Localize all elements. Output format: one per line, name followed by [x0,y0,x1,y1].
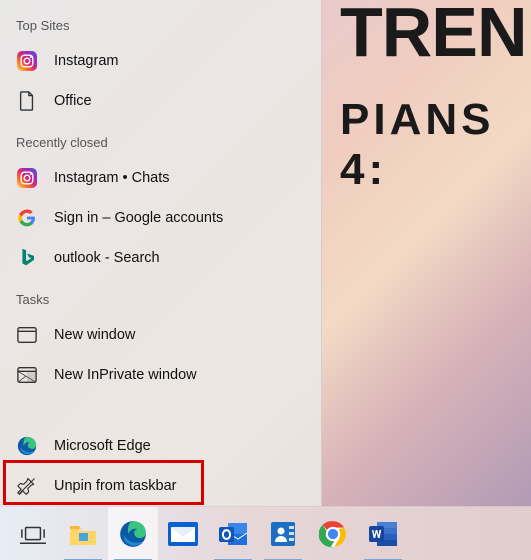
jumplist-item-bing-outlook[interactable]: outlook - Search [0,238,321,278]
contact-icon [269,520,297,548]
jumplist-label: Microsoft Edge [54,438,151,454]
inprivate-icon [16,364,38,386]
word-icon [368,520,398,548]
edge-icon [16,435,38,457]
jumplist-item-new-inprivate[interactable]: New InPrivate window [0,355,321,395]
chrome-icon [319,520,347,548]
taskbar-contact-book[interactable] [258,507,308,560]
window-icon [16,324,38,346]
section-header-recently-closed: Recently closed [0,121,321,158]
taskbar-google-chrome[interactable] [308,507,358,560]
folder-icon [68,522,98,546]
wallpaper-text-1: TREN [340,0,527,72]
instagram-icon [16,50,38,72]
unpin-icon [16,475,38,497]
jumplist-item-unpin[interactable]: Unpin from taskbar [0,466,321,506]
jumplist-label: Instagram • Chats [54,170,169,186]
jumplist-item-open-edge[interactable]: Microsoft Edge [0,426,321,466]
jumplist-label: Unpin from taskbar [54,478,177,494]
taskbar-microsoft-word[interactable] [358,507,408,560]
bing-icon [16,247,38,269]
jumplist-label: New window [54,327,135,343]
section-header-tasks: Tasks [0,278,321,315]
jumplist-item-office[interactable]: Office [0,81,321,121]
edge-icon [119,520,147,548]
jumplist-label: Office [54,93,92,109]
jumplist-label: Sign in – Google accounts [54,210,223,226]
jumplist-item-instagram[interactable]: Instagram [0,41,321,81]
google-icon [16,207,38,229]
outlook-icon [218,520,248,548]
section-header-top-sites: Top Sites [0,4,321,41]
edge-jumplist: Top Sites Instagram Office Recently clos… [0,0,322,506]
jumplist-label: New InPrivate window [54,367,197,383]
taskbar [0,506,531,560]
taskbar-microsoft-edge[interactable] [108,507,158,560]
mail-icon [168,522,198,546]
jumplist-item-google-signin[interactable]: Sign in – Google accounts [0,198,321,238]
taskbar-mail[interactable] [158,507,208,560]
taskview-icon [20,523,46,545]
document-icon [16,90,38,112]
wallpaper-text-2: PIANS 4: [340,95,531,195]
jumplist-item-new-window[interactable]: New window [0,315,321,355]
instagram-icon [16,167,38,189]
taskbar-file-explorer[interactable] [58,507,108,560]
taskbar-task-view[interactable] [8,507,58,560]
taskbar-outlook[interactable] [208,507,258,560]
jumplist-label: Instagram [54,53,118,69]
jumplist-item-instagram-chats[interactable]: Instagram • Chats [0,158,321,198]
jumplist-label: outlook - Search [54,250,160,266]
